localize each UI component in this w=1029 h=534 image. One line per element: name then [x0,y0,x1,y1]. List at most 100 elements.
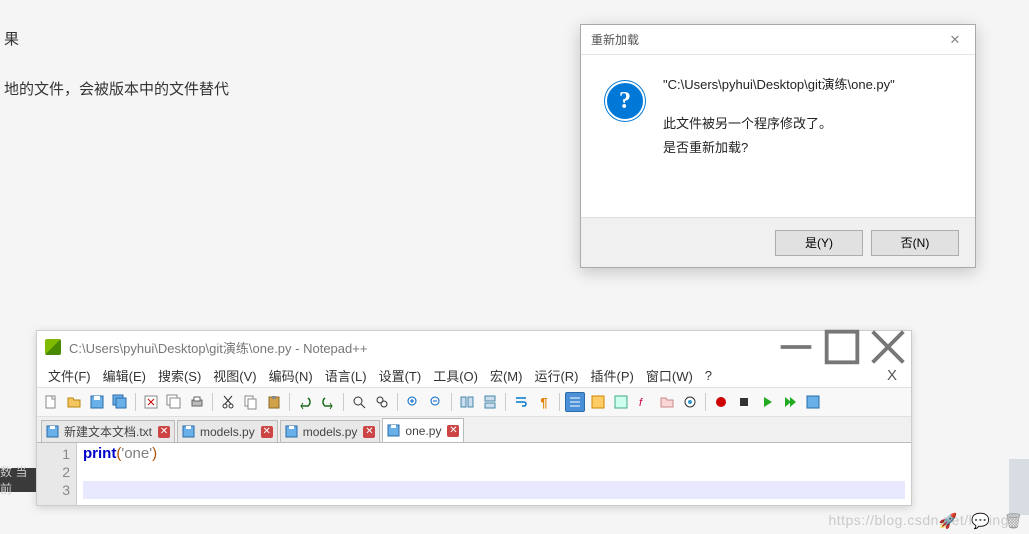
dialog-message: "C:\Users\pyhui\Desktop\git演练\one.py" 此文… [663,73,895,159]
window-controls [773,331,911,363]
menu-run[interactable]: 运行(R) [529,364,583,387]
no-button[interactable]: 否(N) [871,230,959,256]
new-icon[interactable] [41,392,61,412]
menu-file[interactable]: 文件(F) [43,364,96,387]
showall-icon[interactable]: ¶ [534,392,554,412]
indent-guide-icon[interactable] [565,392,585,412]
tab-close-icon[interactable]: ✕ [447,425,459,437]
udl-icon[interactable] [588,392,608,412]
code-content[interactable]: print('one') [77,443,911,505]
menu-edit[interactable]: 编辑(E) [98,364,151,387]
monitor-icon[interactable] [680,392,700,412]
open-icon[interactable] [64,392,84,412]
dialog-line2: 是否重新加载? [663,140,748,155]
bg-text-1: 果 [4,28,19,49]
separator [212,393,213,411]
tab-label: models.py [303,425,358,439]
saveall-icon[interactable] [110,392,130,412]
bg-text-2: 地的文件，会被版本中的文件替代 [4,78,229,99]
notepad-window: C:\Users\pyhui\Desktop\git演练\one.py - No… [36,330,912,506]
tab-label: one.py [405,424,441,438]
trash-icon[interactable]: 🗑 [1004,512,1023,530]
tab-close-icon[interactable]: ✕ [363,426,375,438]
close-doc-icon[interactable] [141,392,161,412]
code-line-3-current [83,481,905,499]
save-icon[interactable] [87,392,107,412]
tab-label: models.py [200,425,255,439]
menu-language[interactable]: 语言(L) [320,364,372,387]
rocket-icon[interactable]: 🚀 [939,512,958,530]
menu-view[interactable]: 视图(V) [208,364,261,387]
redo-icon[interactable] [318,392,338,412]
chat-icon[interactable]: 💬 [971,512,990,530]
cut-icon[interactable] [218,392,238,412]
docmap-icon[interactable] [611,392,631,412]
line-gutter: 1 2 3 [37,443,77,505]
tab-close-icon[interactable]: ✕ [261,426,273,438]
menubar-close-doc[interactable]: X [879,367,905,384]
code-line-2 [83,463,905,481]
tab-1[interactable]: 新建文本文档.txt ✕ [41,420,175,442]
menu-search[interactable]: 搜索(S) [153,364,206,387]
menu-encoding[interactable]: 编码(N) [264,364,318,387]
code-line-1: print('one') [83,445,905,463]
menu-window[interactable]: 窗口(W) [641,364,698,387]
wordwrap-icon[interactable] [511,392,531,412]
playmulti-icon[interactable] [780,392,800,412]
dialog-filepath: "C:\Users\pyhui\Desktop\git演练\one.py" [663,73,895,96]
line-number: 3 [37,481,70,499]
maximize-button[interactable] [819,331,865,363]
copy-icon[interactable] [241,392,261,412]
close-button[interactable] [865,331,911,363]
sync-v-icon[interactable] [457,392,477,412]
menu-plugins[interactable]: 插件(P) [586,364,639,387]
menu-help[interactable]: ? [700,366,717,385]
file-icon [46,425,60,439]
menu-macro[interactable]: 宏(M) [485,364,528,387]
dialog-close-button[interactable]: ✕ [935,25,975,55]
sync-h-icon[interactable] [480,392,500,412]
file-icon [387,424,401,438]
print-icon[interactable] [187,392,207,412]
record-icon[interactable] [711,392,731,412]
savemacro-icon[interactable] [803,392,823,412]
tabbar: 新建文本文档.txt ✕ models.py ✕ models.py ✕ one… [37,417,911,443]
dialog-title: 重新加载 [591,31,639,48]
separator [705,393,706,411]
yes-button[interactable]: 是(Y) [775,230,863,256]
paste-icon[interactable] [264,392,284,412]
closeall-icon[interactable] [164,392,184,412]
tab-close-icon[interactable]: ✕ [158,426,170,438]
find-icon[interactable] [349,392,369,412]
funclist-icon[interactable]: f [634,392,654,412]
folder-icon[interactable] [657,392,677,412]
play-icon[interactable] [757,392,777,412]
svg-text:f: f [639,397,643,409]
undo-icon[interactable] [295,392,315,412]
tab-3[interactable]: models.py ✕ [280,420,381,442]
stop-icon[interactable] [734,392,754,412]
reload-dialog: 重新加载 ✕ ? "C:\Users\pyhui\Desktop\git演练\o… [580,24,976,268]
dialog-line1: 此文件被另一个程序修改了。 [663,116,832,131]
toolbar: ¶ f [37,387,911,417]
line-number: 1 [37,445,70,463]
question-icon: ? [605,81,645,121]
menu-settings[interactable]: 设置(T) [374,364,427,387]
dialog-button-row: 是(Y) 否(N) [581,217,975,267]
tab-label: 新建文本文档.txt [64,423,152,440]
replace-icon[interactable] [372,392,392,412]
app-icon [45,339,61,355]
menu-tools[interactable]: 工具(O) [428,364,483,387]
separator [343,393,344,411]
tab-4-active[interactable]: one.py ✕ [382,418,464,442]
dialog-body: ? "C:\Users\pyhui\Desktop\git演练\one.py" … [581,55,975,177]
minimize-button[interactable] [773,331,819,363]
zoomin-icon[interactable] [403,392,423,412]
editor-area[interactable]: 1 2 3 print('one') [37,443,911,505]
corner-icons: 🚀 💬 🗑 [939,512,1023,530]
separator [505,393,506,411]
tab-2[interactable]: models.py ✕ [177,420,278,442]
zoomout-icon[interactable] [426,392,446,412]
line-number: 2 [37,463,70,481]
separator [135,393,136,411]
